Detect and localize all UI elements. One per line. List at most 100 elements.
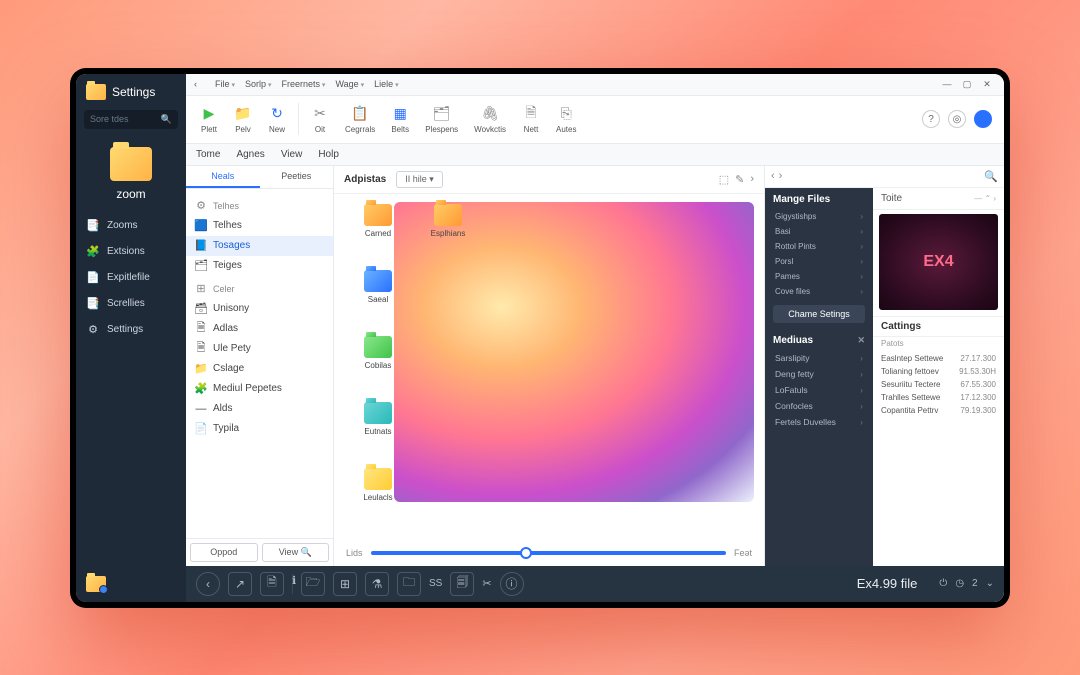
edit-icon[interactable]: ✎ (735, 173, 744, 186)
tree-foot-button[interactable]: View 🔍 (262, 543, 330, 562)
manage-item[interactable]: Pames (765, 269, 873, 284)
sidebar-item[interactable]: 📑Screllies (76, 291, 186, 317)
file-item[interactable]: Esplhians (418, 204, 478, 262)
toite-tab[interactable]: Toite— ⌃ › (873, 188, 1004, 210)
close-button[interactable]: ✕ (978, 77, 996, 91)
titlebar-menu-item[interactable]: Freernets (281, 79, 325, 89)
titlebar-menu-item[interactable]: File (215, 79, 235, 89)
back-icon[interactable]: ‹ (194, 79, 197, 89)
menubar-item[interactable]: View (281, 149, 303, 160)
status-clock-icon[interactable]: ◷ (955, 578, 964, 589)
nav-fwd-icon[interactable]: › (779, 170, 783, 182)
titlebar-menu-item[interactable]: Liele (374, 79, 398, 89)
titlebar-menu-item[interactable]: Sorlp (245, 79, 271, 89)
manage-item[interactable]: Basi (765, 224, 873, 239)
tree-item-icon: — (194, 402, 208, 416)
titlebar-menu-item[interactable]: Wage (335, 79, 364, 89)
chname-settings-button[interactable]: Chame Setings (773, 305, 865, 323)
sidebar-item[interactable]: 📄Expitlefile (76, 265, 186, 291)
tree-item[interactable]: 📁Cslage (186, 359, 333, 379)
close-icon[interactable]: ✕ (857, 335, 865, 346)
medias-item[interactable]: Deng fetty (765, 366, 873, 382)
status-chevron-icon[interactable]: ⌄ (986, 578, 994, 589)
status-power-icon[interactable]: ⏻ (939, 578, 947, 589)
menubar-item[interactable]: Holp (318, 149, 339, 160)
manage-item[interactable]: Cove files (765, 284, 873, 299)
ribbon-button[interactable]: ▦Belts (383, 105, 417, 134)
medias-item[interactable]: Fertels Duvelles (765, 414, 873, 430)
tree-item[interactable]: 🗃Unisony (186, 299, 333, 319)
sidebar-item[interactable]: ⚙Settings (76, 317, 186, 343)
manage-item[interactable]: Gigystishps (765, 209, 873, 224)
ribbon-button[interactable]: ▶Plett (192, 105, 226, 134)
tree-item[interactable]: 🗂Teiges (186, 256, 333, 276)
footer-folder-icon[interactable] (86, 576, 106, 592)
ribbon-button[interactable]: 📋Cegrrals (337, 105, 383, 134)
sidebar-item[interactable]: 🧩Extsions (76, 239, 186, 265)
status-tool-6[interactable]: 🗀 (397, 572, 421, 596)
menubar-item[interactable]: Tome (196, 149, 220, 160)
tree-item[interactable]: —Alds (186, 399, 333, 419)
status-tool-3[interactable]: 🗁 (301, 572, 325, 596)
minimize-button[interactable]: — (938, 77, 956, 91)
rpane-light-col: Toite— ⌃ › EX4 Cattings Patots Easlntep … (873, 188, 1004, 566)
cat-key: Copantita Pettrv (881, 406, 938, 415)
folder-icon (364, 204, 392, 226)
target-icon[interactable]: ◎ (948, 110, 966, 128)
status-tool-5[interactable]: ⚗ (365, 572, 389, 596)
ribbon-button[interactable]: ↻New (260, 105, 294, 134)
sidebar-search[interactable]: Sore tdes 🔍 (84, 110, 178, 129)
tree-item[interactable]: 🧩Mediul Pepetes (186, 379, 333, 399)
tree-tab[interactable]: Neals (186, 166, 260, 188)
help-icon[interactable]: ? (922, 110, 940, 128)
ribbon-button[interactable]: 🗂Plespens (417, 105, 466, 134)
menubar-item[interactable]: Agnes (236, 149, 264, 160)
forward-icon[interactable]: › (750, 173, 754, 186)
medias-header: Mediuas✕ (765, 329, 873, 350)
user-avatar-icon[interactable] (974, 110, 992, 128)
main-area: ‹ File Sorlp Freernets Wage Liele — ▢ ✕ ▶Ple… (186, 74, 1004, 602)
window-controls: — ▢ ✕ (938, 77, 996, 91)
tag-icon[interactable]: ⬚ (719, 173, 729, 186)
tree-tab[interactable]: Peeties (260, 166, 334, 188)
manage-item[interactable]: Rottol Pints (765, 239, 873, 254)
manage-files-header: Mange Files (765, 188, 873, 209)
tree-item-label: Teiges (213, 260, 242, 271)
file-item[interactable]: Cobilas (348, 336, 408, 394)
center-dropdown[interactable]: II hile ▾ (396, 171, 443, 188)
zoom-slider[interactable] (371, 551, 726, 555)
ribbon-button[interactable]: 🗎Nett (514, 105, 548, 134)
file-item[interactable]: Eutnats (348, 402, 408, 460)
ribbon-button[interactable]: ✂Oit (303, 105, 337, 134)
tree-item[interactable]: 🗎Ule Pety (186, 339, 333, 359)
tree-item-icon: 🗎 (194, 322, 208, 336)
status-tool-2[interactable]: 🗎 (260, 572, 284, 596)
ribbon-button[interactable]: ⎘Autes (548, 105, 584, 134)
tree-item[interactable]: 📄Typila (186, 419, 333, 439)
ribbon-button[interactable]: 🖇Wovkctis (466, 105, 514, 134)
status-tool-8[interactable]: ⓘ (500, 572, 524, 596)
ribbon-button[interactable]: 📁Pelv (226, 105, 260, 134)
tree-item[interactable]: 🟦Telhes (186, 216, 333, 236)
nav-back-icon[interactable]: ‹ (771, 170, 775, 182)
nav-search-icon[interactable]: 🔍 (984, 170, 998, 183)
maximize-button[interactable]: ▢ (958, 77, 976, 91)
tree-item[interactable]: 📘Tosages (186, 236, 333, 256)
medias-item[interactable]: Confocles (765, 398, 873, 414)
status-tool-1[interactable]: ↗ (228, 572, 252, 596)
medias-item[interactable]: Sarslipity (765, 350, 873, 366)
file-item[interactable]: Leulacls (348, 468, 408, 526)
tree-item[interactable]: 🗎Adlas (186, 319, 333, 339)
status-back-icon[interactable]: ‹ (196, 572, 220, 596)
medias-item[interactable]: LoFatuls (765, 382, 873, 398)
tree-foot-button[interactable]: Oppod (190, 543, 258, 562)
ribbon-icon: 📁 (234, 105, 252, 123)
status-tool-4[interactable]: ⊞ (333, 572, 357, 596)
status-tool-7[interactable]: 🗐 (450, 572, 474, 596)
sidebar-item[interactable]: 📑Zooms (76, 213, 186, 239)
file-item[interactable]: Carned (348, 204, 408, 262)
file-item[interactable]: Saeal (348, 270, 408, 328)
sidebar-zoom-block[interactable]: zoom (76, 139, 186, 213)
slider-thumb[interactable] (520, 547, 532, 559)
manage-item[interactable]: Porsl (765, 254, 873, 269)
